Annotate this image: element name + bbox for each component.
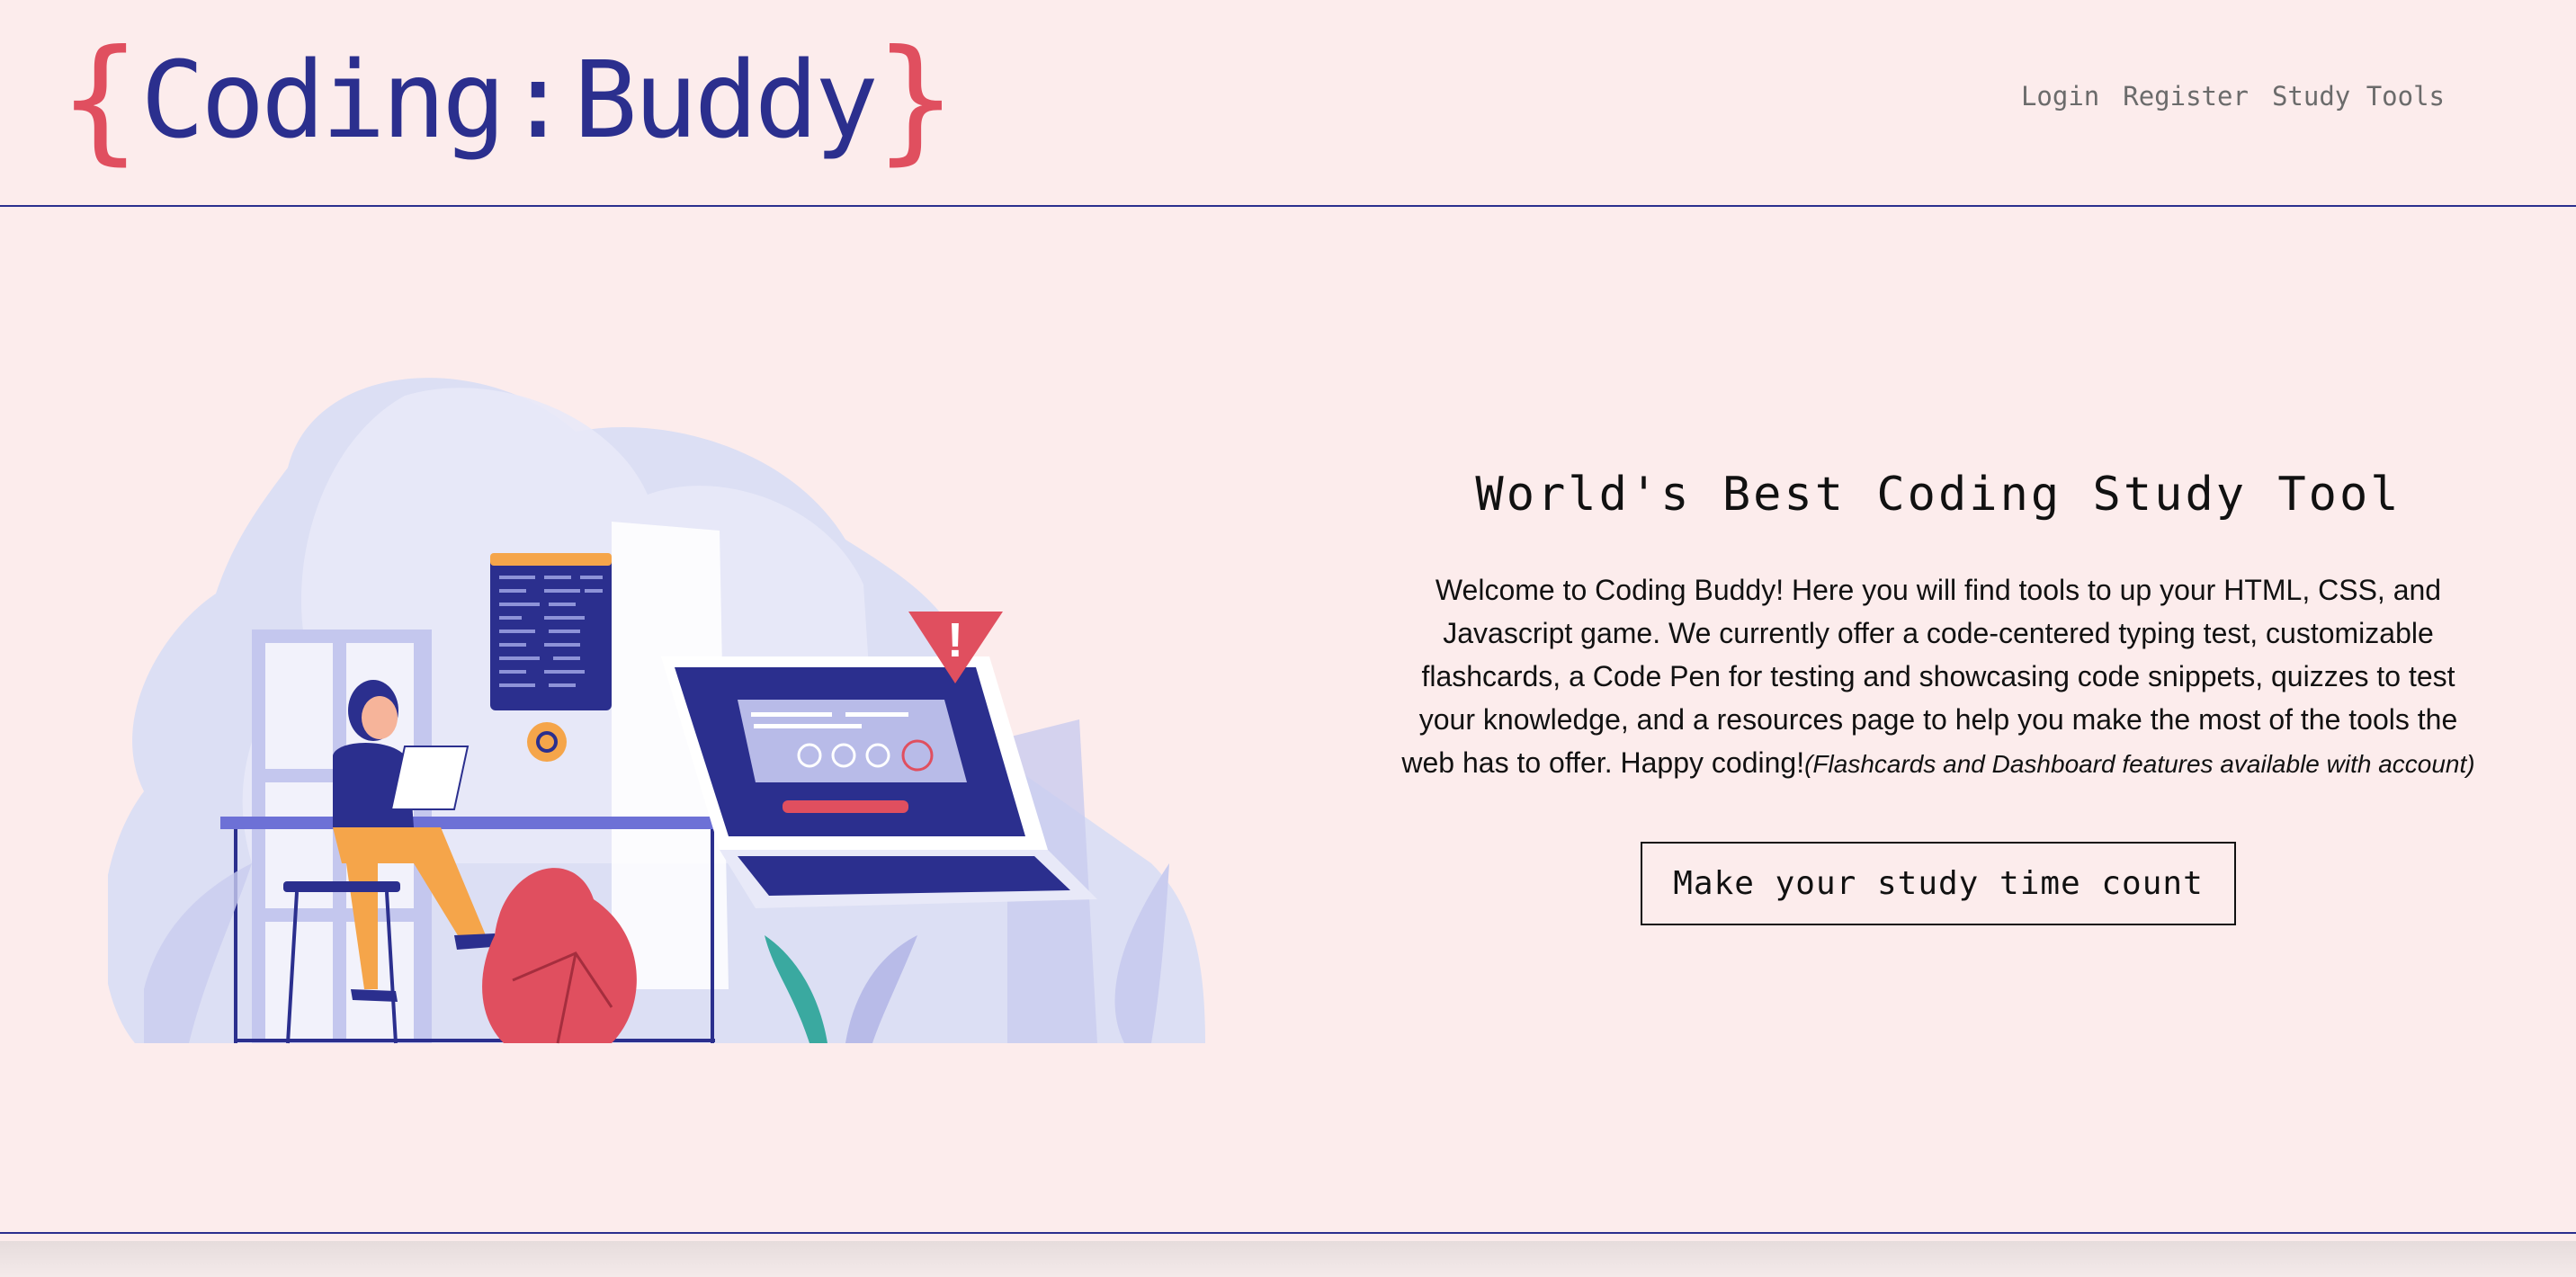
hero-section: World's Best Coding Study Tool Welcome t…: [1394, 459, 2482, 925]
desk-top: [220, 817, 724, 829]
person-face: [362, 696, 398, 739]
window-pane: [346, 922, 414, 1039]
site-logo[interactable]: { Coding : Buddy }: [59, 32, 956, 167]
hero-title: World's Best Coding Study Tool: [1475, 468, 2402, 522]
nav-login-link[interactable]: Login: [2021, 81, 2099, 112]
gear-badge: [527, 722, 567, 762]
nav-register-link[interactable]: Register: [2123, 81, 2249, 112]
hero-account-note: (Flashcards and Dashboard features avail…: [1804, 750, 2475, 778]
study-time-cta-button[interactable]: Make your study time count: [1641, 842, 2236, 925]
hero-description-text: Welcome to Coding Buddy! Here you will f…: [1401, 574, 2458, 779]
small-laptop: [389, 746, 470, 810]
laptop-dialog: [738, 700, 967, 782]
logo-colon: :: [505, 38, 570, 162]
logo-word-buddy: Buddy: [573, 38, 879, 162]
desk-leg: [711, 829, 714, 1043]
desk-leg: [234, 829, 237, 1043]
logo-close-brace: }: [874, 22, 957, 178]
alert-mark: !: [947, 613, 963, 667]
code-panel-header: [490, 553, 612, 566]
hero-description: Welcome to Coding Buddy! Here you will f…: [1394, 568, 2482, 786]
window-pane: [265, 922, 333, 1039]
person-shoe: [351, 989, 398, 1002]
coding-workspace-illustration: !: [102, 378, 1205, 1044]
laptop-keyboard: [738, 856, 1070, 896]
logo-word-coding: Coding: [140, 38, 505, 162]
logo-open-brace: {: [59, 22, 141, 178]
footer-shadow: [0, 1241, 2576, 1277]
hero-illustration: !: [102, 360, 1277, 1052]
desk-base: [234, 1039, 715, 1042]
nav-study-tools-link[interactable]: Study Tools: [2272, 81, 2445, 112]
footer-divider: [0, 1232, 2576, 1234]
main-nav: Login Register Study Tools: [2021, 81, 2445, 112]
window-pane: [265, 643, 333, 769]
stool-seat: [283, 881, 400, 892]
laptop-progress-bar: [783, 800, 908, 813]
site-header: { Coding : Buddy } Login Register Study …: [0, 0, 2576, 207]
